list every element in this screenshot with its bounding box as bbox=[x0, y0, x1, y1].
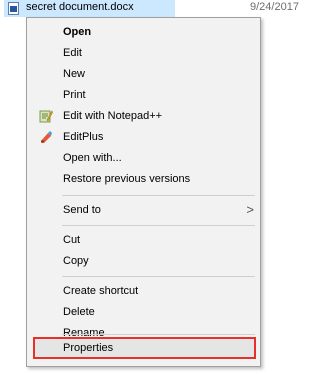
menu-item-label: Edit bbox=[63, 47, 82, 59]
menu-item-label: Open with... bbox=[63, 152, 122, 164]
menu-item-delete[interactable]: Delete bbox=[27, 302, 260, 323]
file-name[interactable]: secret document.docx bbox=[26, 1, 134, 13]
file-row[interactable]: secret document.docx 9/24/2017 bbox=[0, 0, 300, 17]
menu-separator bbox=[62, 195, 255, 196]
menu-item-restore-previous-versions[interactable]: Restore previous versions bbox=[27, 169, 260, 190]
menu-item-label: Edit with Notepad++ bbox=[63, 110, 163, 122]
menu-item-properties[interactable]: Properties bbox=[33, 337, 256, 359]
menu-item-label: Restore previous versions bbox=[63, 173, 191, 185]
menu-item-label: Cut bbox=[63, 234, 81, 246]
menu-item-label: EditPlus bbox=[63, 131, 104, 143]
menu-item-label: Create shortcut bbox=[63, 285, 139, 297]
menu-item-create-shortcut[interactable]: Create shortcut bbox=[27, 281, 260, 302]
menu-item-label: Copy bbox=[63, 255, 89, 267]
menu-item-send-to[interactable]: Send to > bbox=[27, 200, 260, 221]
menu-item-label: Properties bbox=[63, 342, 114, 354]
menu-item-label: Send to bbox=[63, 204, 101, 216]
menu-item-label: Print bbox=[63, 89, 86, 101]
menu-item-edit-with-notepadpp[interactable]: Edit with Notepad++ bbox=[27, 106, 260, 127]
menu-separator bbox=[62, 225, 255, 226]
word-document-icon bbox=[8, 2, 19, 15]
menu-item-copy[interactable]: Copy bbox=[27, 251, 260, 272]
menu-item-print[interactable]: Print bbox=[27, 85, 260, 106]
menu-separator bbox=[62, 276, 255, 277]
menu-item-open-with[interactable]: Open with... bbox=[27, 148, 260, 169]
menu-separator bbox=[62, 334, 255, 335]
menu-item-label: New bbox=[63, 68, 86, 80]
menu-item-open[interactable]: Open bbox=[27, 22, 260, 43]
notepadpp-icon bbox=[39, 109, 53, 123]
menu-item-edit[interactable]: Edit bbox=[27, 43, 260, 64]
menu-item-new[interactable]: New bbox=[27, 64, 260, 85]
menu-item-cut[interactable]: Cut bbox=[27, 230, 260, 251]
editplus-icon bbox=[39, 130, 53, 144]
menu-item-editplus[interactable]: EditPlus bbox=[27, 127, 260, 148]
context-menu: Open Edit New Print Edit with Notepad++ … bbox=[26, 17, 261, 367]
chevron-right-icon: > bbox=[246, 202, 254, 217]
menu-item-label: Open bbox=[63, 26, 92, 38]
menu-item-label: Delete bbox=[63, 306, 95, 318]
file-date: 9/24/2017 bbox=[250, 1, 299, 13]
